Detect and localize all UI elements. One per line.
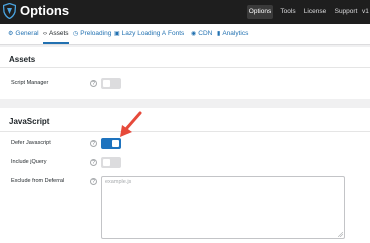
tab-label: CDN bbox=[198, 30, 213, 37]
tab-label: Lazy Loading bbox=[121, 30, 161, 37]
help-icon[interactable]: ? bbox=[90, 140, 97, 147]
tab-preloading[interactable]: ◷ Preloading bbox=[73, 24, 111, 44]
topnav-options[interactable]: Options bbox=[247, 5, 273, 19]
tab-assets[interactable]: ‹› Assets bbox=[43, 24, 69, 44]
help-icon[interactable]: ? bbox=[90, 159, 97, 166]
script-manager-label: Script Manager bbox=[11, 80, 49, 86]
tab-label: Fonts bbox=[168, 30, 185, 37]
topnav-tools[interactable]: Tools bbox=[278, 5, 298, 19]
assets-section-title: Assets bbox=[9, 55, 36, 64]
shield-logo-icon bbox=[3, 3, 16, 19]
script-manager-toggle[interactable] bbox=[101, 78, 121, 89]
resize-handle-icon[interactable] bbox=[338, 232, 343, 237]
image-icon: ▣ bbox=[114, 31, 120, 37]
settings-tabs: ⚙ General ‹› Assets ◷ Preloading ▣ Lazy Load… bbox=[0, 24, 370, 45]
tab-label: Preloading bbox=[80, 30, 112, 37]
topnav-license[interactable]: License bbox=[302, 5, 328, 19]
tab-label: General bbox=[15, 30, 39, 37]
assets-section-header bbox=[0, 47, 370, 68]
include-jquery-label: Include jQuery bbox=[11, 159, 47, 165]
annotation-arrow-icon bbox=[120, 111, 142, 137]
include-jquery-toggle[interactable] bbox=[101, 157, 121, 168]
defer-javascript-label: Defer Javascript bbox=[11, 140, 51, 146]
tab-cdn[interactable]: ◉ CDN bbox=[191, 24, 212, 44]
top-bar: Options Options Tools License Support v1 bbox=[0, 0, 370, 24]
tab-label: Analytics bbox=[222, 30, 249, 37]
version-label: v1 bbox=[362, 8, 369, 15]
exclude-deferral-textarea[interactable]: example.js bbox=[101, 176, 345, 239]
tab-analytics[interactable]: ▮ Analytics bbox=[217, 24, 248, 44]
javascript-section-header bbox=[0, 108, 370, 132]
tab-label: Assets bbox=[49, 30, 69, 37]
code-icon: ‹› bbox=[43, 31, 47, 37]
tab-general[interactable]: ⚙ General bbox=[8, 24, 39, 44]
font-icon: A bbox=[162, 31, 167, 37]
javascript-section-title: JavaScript bbox=[9, 117, 50, 126]
chart-icon: ▮ bbox=[217, 31, 221, 37]
clock-icon: ◷ bbox=[73, 31, 79, 37]
topnav-support[interactable]: Support bbox=[333, 5, 359, 19]
help-icon[interactable]: ? bbox=[90, 80, 97, 87]
app-title: Options bbox=[20, 3, 70, 18]
assets-section: Assets Script Manager ? bbox=[0, 47, 370, 99]
gear-icon: ⚙ bbox=[8, 31, 14, 37]
help-icon[interactable]: ? bbox=[90, 178, 97, 185]
globe-icon: ◉ bbox=[191, 31, 197, 37]
toggle-knob bbox=[103, 80, 110, 87]
tab-lazy-loading[interactable]: ▣ Lazy Loading bbox=[114, 24, 160, 44]
tab-fonts[interactable]: A Fonts bbox=[162, 24, 184, 44]
toggle-knob bbox=[112, 140, 119, 147]
toggle-knob bbox=[103, 159, 110, 166]
exclude-deferral-label: Exclude from Deferral bbox=[11, 178, 65, 184]
textarea-placeholder: example.js bbox=[105, 179, 132, 185]
